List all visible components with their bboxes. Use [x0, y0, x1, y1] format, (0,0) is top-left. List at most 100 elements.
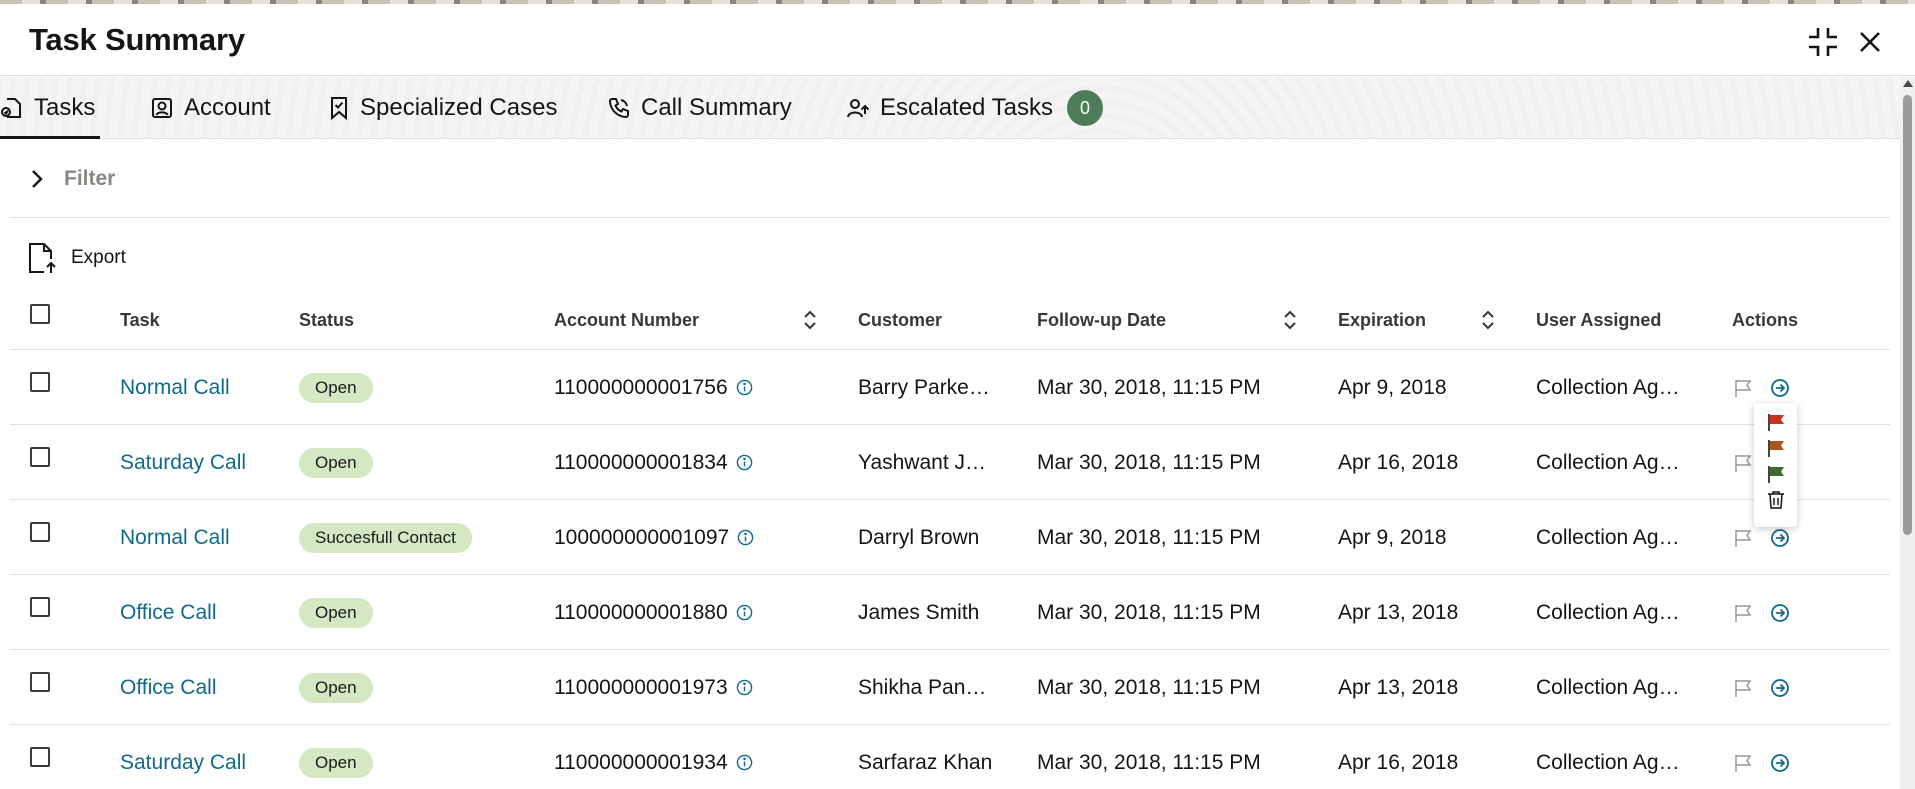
bookmark-icon	[331, 97, 347, 120]
info-icon[interactable]	[736, 379, 753, 396]
account-cell: 110000000001973	[554, 650, 753, 725]
tab-account[interactable]: Account	[150, 77, 271, 139]
tab-specialized-cases[interactable]: Specialized Cases	[328, 77, 557, 139]
tab-label: Specialized Cases	[360, 94, 558, 121]
task-cell: Normal Call	[120, 350, 230, 425]
flag-icon[interactable]	[1732, 602, 1754, 624]
task-link[interactable]: Normal Call	[120, 376, 230, 400]
info-icon[interactable]	[736, 754, 753, 771]
flag-green-icon[interactable]	[1764, 462, 1788, 486]
go-to-task-icon[interactable]	[1769, 527, 1791, 549]
followup-date: Mar 30, 2018, 11:15 PM	[1037, 525, 1261, 549]
table-row: Saturday Call Open 110000000001934 Sarfaraz…	[10, 725, 1890, 789]
close-icon[interactable]	[1852, 24, 1888, 60]
table-header: Task Status Account Number Customer Foll…	[10, 290, 1890, 350]
followup-date: Mar 30, 2018, 11:15 PM	[1037, 750, 1261, 774]
user-assigned: Collection Ag…	[1536, 750, 1680, 774]
go-to-task-icon[interactable]	[1769, 677, 1791, 699]
select-all-checkbox[interactable]	[30, 304, 50, 324]
task-cell: Saturday Call	[120, 425, 246, 500]
column-header-expiration: Expiration	[1338, 309, 1427, 330]
info-icon[interactable]	[736, 604, 753, 621]
sort-icon[interactable]	[1480, 310, 1496, 330]
account-number: 110000000001934	[554, 750, 728, 774]
status-badge: Open	[299, 447, 373, 478]
column-header-status: Status	[299, 309, 355, 330]
task-link[interactable]: Office Call	[120, 676, 216, 700]
flag-icon[interactable]	[1732, 677, 1754, 699]
row-checkbox[interactable]	[30, 372, 50, 392]
followup-date: Mar 30, 2018, 11:15 PM	[1037, 450, 1261, 474]
expiration-date: Apr 9, 2018	[1338, 525, 1447, 549]
sort-icon[interactable]	[1282, 310, 1298, 330]
status-badge: Open	[299, 597, 373, 628]
table-row: Saturday Call Open 110000000001834 Yashwant…	[10, 425, 1890, 500]
account-number: 110000000001973	[554, 675, 728, 699]
info-icon[interactable]	[736, 679, 753, 696]
column-header-customer: Customer	[858, 309, 943, 330]
followup-date: Mar 30, 2018, 11:15 PM	[1037, 375, 1261, 399]
info-icon[interactable]	[736, 454, 753, 471]
tab-label: Call Summary	[641, 94, 792, 121]
task-link[interactable]: Saturday Call	[120, 451, 246, 475]
customer-name: Sarfaraz Khan	[858, 750, 993, 774]
export-button[interactable]: Export	[27, 238, 126, 278]
status-badge: Open	[299, 747, 373, 778]
flag-orange-icon[interactable]	[1764, 436, 1788, 460]
clear-flag-icon[interactable]	[1764, 488, 1788, 512]
flag-menu-popup	[1754, 403, 1797, 527]
status-cell: Succesfull Contact	[299, 500, 472, 575]
status-cell: Open	[299, 575, 373, 650]
flag-icon[interactable]	[1732, 377, 1754, 399]
user-assigned: Collection Ag…	[1536, 450, 1680, 474]
table-row: Office Call Open 110000000001973 Shikha Pan…	[10, 650, 1890, 725]
collapse-icon[interactable]	[1805, 24, 1841, 60]
customer-name: Yashwant J…	[858, 450, 986, 474]
chevron-right-icon	[32, 169, 43, 188]
go-to-task-icon[interactable]	[1769, 377, 1791, 399]
column-header-account-number: Account Number	[554, 309, 700, 330]
tab-bar: Tasks Account Specialized Cases Call Sum…	[0, 77, 1900, 139]
flag-icon[interactable]	[1732, 527, 1754, 549]
task-link[interactable]: Normal Call	[120, 526, 230, 550]
row-checkbox[interactable]	[30, 672, 50, 692]
status-cell: Open	[299, 650, 373, 725]
row-checkbox[interactable]	[30, 447, 50, 467]
row-checkbox[interactable]	[30, 597, 50, 617]
column-header-followup-date: Follow-up Date	[1037, 309, 1166, 330]
task-cell: Saturday Call	[120, 725, 246, 789]
task-cell: Normal Call	[120, 500, 230, 575]
status-badge: Open	[299, 372, 373, 403]
flag-red-icon[interactable]	[1764, 410, 1788, 434]
scroll-up-arrow[interactable]	[1903, 80, 1913, 87]
expiration-date: Apr 13, 2018	[1338, 675, 1459, 699]
flag-icon[interactable]	[1732, 452, 1754, 474]
row-checkbox[interactable]	[30, 522, 50, 542]
status-badge: Succesfull Contact	[299, 522, 472, 553]
followup-date: Mar 30, 2018, 11:15 PM	[1037, 675, 1261, 699]
tab-tasks[interactable]: Tasks	[0, 77, 100, 139]
account-cell: 110000000001756	[554, 350, 753, 425]
account-cell: 110000000001880	[554, 575, 753, 650]
go-to-task-icon[interactable]	[1769, 602, 1791, 624]
task-cell: Office Call	[120, 650, 216, 725]
status-cell: Open	[299, 425, 373, 500]
tab-call-summary[interactable]: Call Summary	[607, 77, 792, 139]
expiration-date: Apr 13, 2018	[1338, 600, 1459, 624]
go-to-task-icon[interactable]	[1769, 752, 1791, 774]
phone-icon	[608, 98, 629, 119]
scrollbar-thumb[interactable]	[1903, 95, 1912, 535]
info-icon[interactable]	[737, 529, 754, 546]
account-icon	[152, 98, 172, 118]
expiration-date: Apr 16, 2018	[1338, 750, 1459, 774]
flag-icon[interactable]	[1732, 752, 1754, 774]
task-link[interactable]: Saturday Call	[120, 751, 246, 775]
filter-toggle[interactable]: Filter	[10, 140, 1890, 218]
account-cell: 110000000001834	[554, 425, 753, 500]
row-checkbox[interactable]	[30, 747, 50, 767]
tab-escalated-tasks[interactable]: Escalated Tasks 0	[846, 77, 1103, 139]
filter-label: Filter	[64, 166, 116, 190]
table-row: Office Call Open 110000000001880 James Smit…	[10, 575, 1890, 650]
task-link[interactable]: Office Call	[120, 601, 216, 625]
sort-icon[interactable]	[802, 310, 818, 330]
